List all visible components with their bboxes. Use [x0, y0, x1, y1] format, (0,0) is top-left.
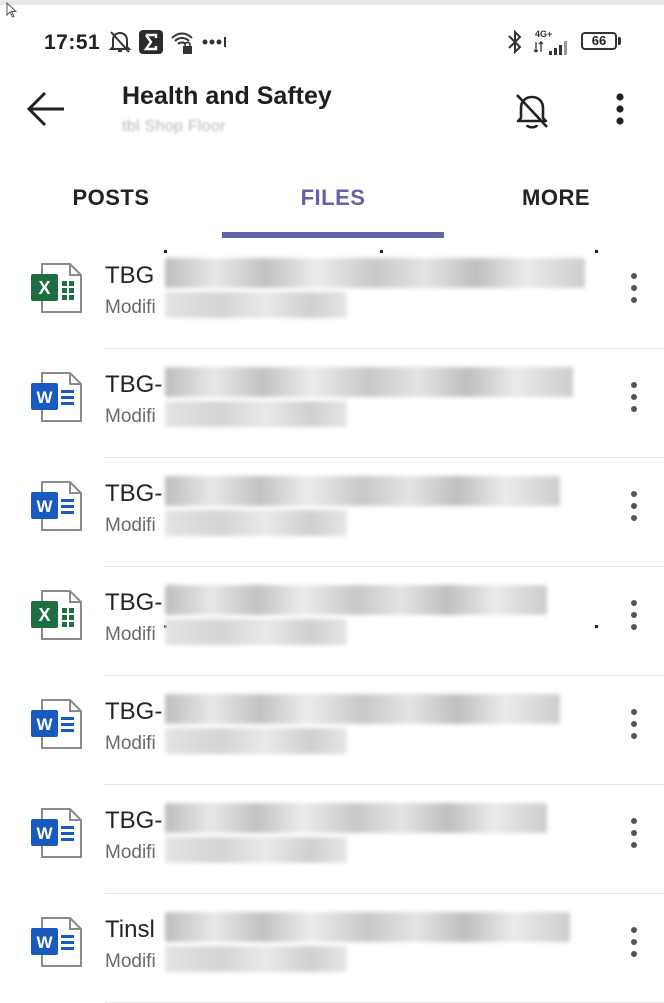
- tab-posts[interactable]: POSTS: [0, 185, 222, 211]
- svg-text:W: W: [36, 497, 53, 516]
- redacted-file-name: [165, 585, 547, 615]
- file-list-item[interactable]: W Tinsl Modifi: [0, 894, 664, 1003]
- redacted-file-name: [165, 476, 560, 506]
- file-modified-text: Modifi: [105, 951, 156, 972]
- sigma-app-icon: [139, 30, 163, 54]
- file-more-options-icon[interactable]: [624, 597, 644, 633]
- file-modified-text: Modifi: [105, 733, 156, 754]
- redacted-file-meta: [165, 946, 347, 972]
- more-vertical-icon[interactable]: [608, 92, 632, 126]
- file-more-options-icon[interactable]: [624, 815, 644, 851]
- redacted-file-name: [165, 258, 585, 288]
- status-bar: 17:51 4G+ 66: [0, 22, 664, 62]
- top-edge: [0, 0, 664, 5]
- word-file-icon: W: [31, 917, 82, 967]
- file-more-options-icon[interactable]: [624, 379, 644, 415]
- excel-file-icon: X: [31, 590, 82, 640]
- file-modified-text: Modifi: [105, 624, 156, 645]
- redacted-file-meta: [165, 619, 347, 645]
- svg-text:W: W: [36, 388, 53, 407]
- tab-more[interactable]: MORE: [445, 185, 664, 211]
- redacted-file-meta: [165, 837, 347, 863]
- file-list-item[interactable]: W TBG- Modifi: [0, 785, 664, 894]
- file-name: TBG-: [105, 589, 163, 616]
- redacted-file-name: [165, 803, 547, 833]
- word-file-icon: W: [31, 699, 82, 749]
- file-more-options-icon[interactable]: [624, 706, 644, 742]
- file-name: TBG-: [105, 807, 163, 834]
- page-subtitle: tbl Shop Floor: [122, 118, 226, 135]
- redacted-file-name: [165, 694, 560, 724]
- file-list-item[interactable]: W TBG- Modifi: [0, 349, 664, 458]
- redacted-file-meta: [165, 292, 347, 318]
- svg-text:W: W: [36, 824, 53, 843]
- file-list-item[interactable]: X TBG- Modifi: [0, 567, 664, 676]
- word-file-icon: W: [31, 372, 82, 422]
- file-list-item[interactable]: W TBG- Modifi: [0, 458, 664, 567]
- redacted-file-meta: [165, 728, 347, 754]
- status-time: 17:51: [44, 31, 101, 54]
- svg-text:W: W: [36, 715, 53, 734]
- network-type-label: 4G+: [535, 29, 553, 39]
- more-dots-icon: [202, 37, 226, 47]
- file-name: TBG-: [105, 371, 163, 398]
- wifi-lock-icon: [171, 32, 193, 54]
- back-arrow-icon[interactable]: [26, 88, 68, 130]
- file-more-options-icon[interactable]: [624, 924, 644, 960]
- redacted-file-name: [165, 367, 573, 397]
- word-file-icon: W: [31, 808, 82, 858]
- page-title: Health and Saftey: [122, 82, 332, 110]
- file-more-options-icon[interactable]: [624, 270, 644, 306]
- tab-files[interactable]: FILES: [222, 185, 444, 211]
- file-modified-text: Modifi: [105, 515, 156, 536]
- file-modified-text: Modifi: [105, 842, 156, 863]
- redacted-file-name: [165, 912, 570, 942]
- battery-icon: 66: [581, 32, 617, 50]
- excel-file-icon: X: [31, 263, 82, 313]
- tab-bar: POSTS FILES MORE: [0, 170, 664, 240]
- redacted-file-meta: [165, 510, 347, 536]
- file-name: TBG: [105, 262, 155, 289]
- svg-text:X: X: [38, 278, 50, 298]
- file-name: TBG-: [105, 698, 163, 725]
- svg-text:X: X: [38, 605, 50, 625]
- word-file-icon: W: [31, 481, 82, 531]
- active-tab-indicator: [222, 232, 444, 238]
- file-name: Tinsl: [105, 916, 155, 943]
- file-modified-text: Modifi: [105, 297, 156, 318]
- file-list-item[interactable]: W TBG- Modifi: [0, 676, 664, 785]
- file-modified-text: Modifi: [105, 406, 156, 427]
- redacted-file-meta: [165, 401, 347, 427]
- bluetooth-icon: [508, 29, 522, 55]
- file-list-item[interactable]: X TBG Modifi: [0, 240, 664, 349]
- mute-notifications-button[interactable]: [510, 88, 554, 132]
- signal-icon: [533, 41, 567, 55]
- mute-bell-icon: [108, 31, 132, 53]
- file-more-options-icon[interactable]: [624, 488, 644, 524]
- battery-tip: [618, 37, 621, 45]
- file-name: TBG-: [105, 480, 163, 507]
- mouse-cursor-icon: [6, 2, 18, 18]
- svg-text:W: W: [36, 933, 53, 952]
